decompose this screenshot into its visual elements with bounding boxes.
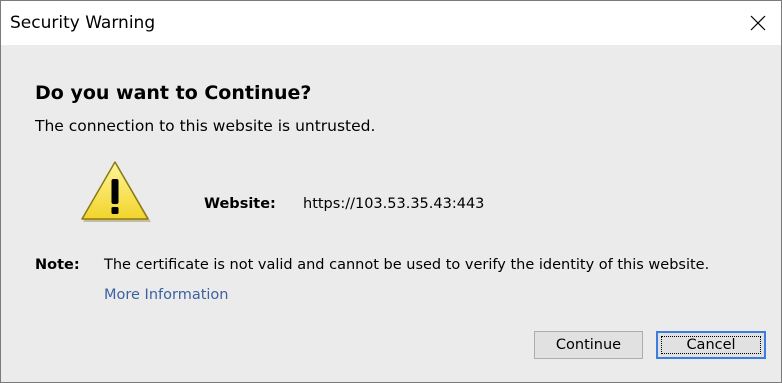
website-url: https://103.53.35.43:443 <box>303 196 485 212</box>
title-bar: Security Warning <box>1 1 781 45</box>
continue-button[interactable]: Continue <box>534 331 643 359</box>
window-title: Security Warning <box>10 13 156 33</box>
cancel-button[interactable]: Cancel <box>656 331 766 359</box>
focus-rectangle <box>661 336 761 354</box>
dialog-content: Do you want to Continue? The connection … <box>1 45 781 382</box>
close-icon <box>750 15 766 31</box>
security-warning-dialog: Security Warning Do you want to Continue… <box>0 0 782 383</box>
dialog-subheading: The connection to this website is untrus… <box>35 117 376 135</box>
dialog-heading: Do you want to Continue? <box>35 82 312 104</box>
more-information-link[interactable]: More Information <box>104 287 229 303</box>
close-button[interactable] <box>735 1 781 45</box>
warning-icon <box>81 161 151 222</box>
note-label: Note: <box>35 257 80 273</box>
note-text: The certificate is not valid and cannot … <box>104 257 710 273</box>
website-label: Website: <box>204 196 276 212</box>
